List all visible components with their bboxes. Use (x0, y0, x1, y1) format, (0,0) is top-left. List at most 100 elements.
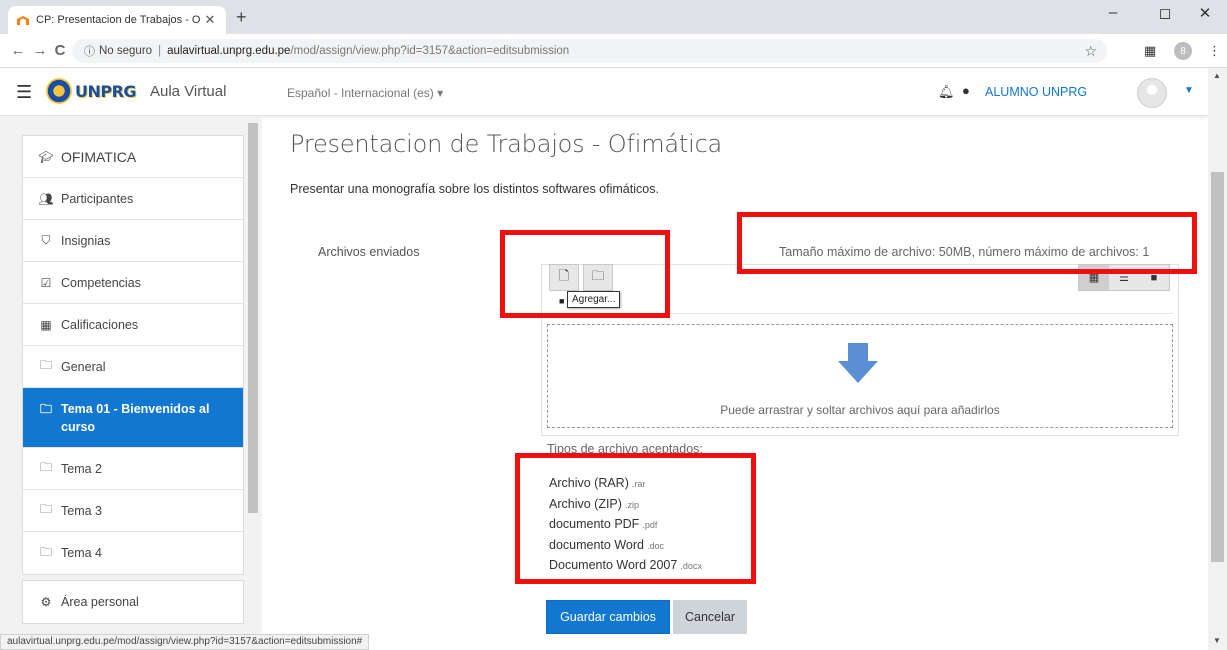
file-type-ext: .zip (624, 499, 639, 510)
view-details-button[interactable]: ☰ (1109, 265, 1139, 290)
file-type-name: documento PDF (549, 517, 640, 531)
course-nav-list: 🎓︎ OFIMATICA 👥︎ Participantes ⛉ Insignia… (22, 135, 244, 575)
view-tree-button[interactable]: ■ (1139, 265, 1169, 290)
dropzone-text: Puede arrastrar y soltar archivos aquí p… (720, 403, 1000, 417)
messages-chat-icon[interactable]: ● (962, 83, 970, 98)
maximize-button[interactable]: ◻ (1150, 4, 1180, 22)
sidebar-item-label: Tema 01 - Bienvenidos al curso (61, 402, 210, 434)
view-mode-switcher: ▦ ☰ ■ (1078, 264, 1170, 291)
root-folder-icon[interactable]: ■ (559, 296, 564, 306)
add-file-button[interactable]: 🗋 (549, 264, 579, 291)
site-navbar: ☰ UNPRG Aula Virtual Español - Internaci… (0, 68, 1208, 116)
download-arrow-icon (838, 343, 878, 383)
sidebar-item-insignias[interactable]: ⛉ Insignias (23, 220, 243, 262)
language-menu[interactable]: Español - Internacional (es) ▾ (287, 86, 443, 100)
cancel-button[interactable]: Cancelar (673, 600, 747, 634)
file-type-name: Archivo (ZIP) (549, 496, 622, 511)
list-item: Archivo (RAR) .rar (549, 474, 702, 495)
unprg-logo[interactable]: UNPRG (46, 78, 137, 104)
page-scrollbar-thumb[interactable] (1211, 172, 1224, 562)
sidebar-item-tema-3[interactable]: 🗀 Tema 3 (23, 490, 243, 532)
graduation-cap-icon: 🎓︎ (38, 149, 54, 164)
back-button[interactable]: ← (8, 42, 28, 59)
file-type-ext: .rar (631, 479, 646, 489)
browser-menu-icon[interactable]: ⋮ (1208, 43, 1221, 59)
drawer-scrollbar-thumb[interactable] (248, 123, 258, 513)
drawer-scrollbar[interactable] (246, 117, 260, 650)
filemanager-divider (547, 313, 1173, 314)
forward-button[interactable]: → (30, 42, 50, 59)
bookmark-star-icon[interactable]: ☆ (1084, 43, 1097, 60)
file-type-name: Documento Word 2007 (549, 558, 678, 572)
close-window-button[interactable]: ✕ (1190, 4, 1220, 22)
course-title-link[interactable]: 🎓︎ OFIMATICA (23, 136, 243, 178)
sidebar-item-tema-2[interactable]: 🗀 Tema 2 (23, 448, 243, 490)
sidebar-item-label: Competencias (61, 275, 141, 290)
add-file-tooltip: Agregar... (567, 291, 621, 308)
users-icon: 👥︎ (38, 191, 54, 206)
url-input[interactable]: ⓘ No seguro | aulavirtual.unprg.edu.pe /… (72, 39, 1107, 63)
shield-icon: ⛉ (41, 233, 51, 247)
view-icons-button[interactable]: ▦ (1079, 265, 1109, 290)
notification-bell-icon[interactable]: 🔔︎ (938, 84, 955, 100)
sidebar-item-general[interactable]: 🗀 General (23, 346, 243, 388)
sidebar-item-label: Área personal (61, 595, 139, 609)
sidebar-item-competencias[interactable]: ☑ Competencias (23, 262, 243, 304)
security-label: No seguro (99, 45, 153, 57)
page-scrollbar[interactable]: ▲ ▼ (1208, 68, 1227, 650)
nav-drawer: 🎓︎ OFIMATICA 👥︎ Participantes ⛉ Insignia… (0, 117, 262, 650)
browser-tab[interactable]: CP: Presentacion de Trabajos - O ✕ (8, 6, 226, 34)
tree-icon: ■ (1150, 271, 1158, 284)
university-seal-icon (46, 78, 72, 104)
user-name[interactable]: ALUMNO UNPRG (985, 85, 1087, 99)
sidebar-item-area-personal[interactable]: ⚙ Área personal (23, 581, 243, 623)
personal-nav-list: ⚙ Área personal (22, 580, 244, 624)
moodle-favicon-icon (16, 13, 30, 27)
folder-icon: 🗀 (39, 502, 52, 516)
save-changes-button[interactable]: Guardar cambios (546, 600, 670, 634)
file-dropzone[interactable]: Puede arrastrar y soltar archivos aquí p… (547, 324, 1173, 428)
checkbox-icon: ☑ (40, 275, 52, 290)
list-item: documento Word .doc (549, 536, 702, 557)
reload-button[interactable]: C (50, 42, 70, 59)
user-avatar[interactable] (1137, 78, 1167, 108)
list-icon: ☰ (1119, 272, 1129, 284)
file-type-ext: .docx (680, 561, 702, 571)
table-icon: ▦ (40, 317, 52, 332)
accepted-types-list: Archivo (RAR) .rar Archivo (ZIP) .zip docu… (549, 474, 702, 577)
list-item: Documento Word 2007 .docx (549, 556, 702, 577)
create-folder-button[interactable]: 🗀 (583, 264, 613, 291)
filemanager-toolbar: 🗋 🗀 ▦ ☰ ■ (549, 264, 1170, 292)
info-icon[interactable]: ⓘ (84, 43, 95, 59)
folder-icon: 🗀 (39, 544, 52, 559)
tab-close-icon[interactable]: ✕ (202, 12, 218, 28)
status-bar-url: aulavirtual.unprg.edu.pe/mod/assign/view… (0, 634, 370, 650)
user-menu-caret-icon[interactable]: ▼ (1184, 85, 1194, 96)
menu-toggle-icon[interactable]: ☰ (16, 82, 32, 103)
sidebar-item-label: Insignias (61, 233, 111, 248)
new-tab-button[interactable]: + (236, 7, 247, 28)
sidebar-item-label: Tema 3 (61, 503, 102, 518)
folder-icon: 🗀 (591, 267, 605, 283)
file-type-name: documento Word (549, 537, 644, 552)
sidebar-item-calificaciones[interactable]: ▦ Calificaciones (23, 304, 243, 346)
folder-icon: 🗀 (39, 358, 52, 372)
files-field-label: Archivos enviados (318, 245, 420, 259)
profile-avatar[interactable]: 8 (1174, 42, 1192, 60)
extension-grid-icon[interactable]: ▦ (1144, 43, 1156, 59)
sidebar-item-participantes[interactable]: 👥︎ Participantes (23, 178, 243, 220)
browser-title-bar: CP: Presentacion de Trabajos - O ✕ + – ◻… (0, 0, 1227, 34)
sidebar-item-label: Tema 2 (61, 461, 102, 476)
accepted-types-heading: Tipos de archivo aceptados: (547, 442, 703, 456)
url-separator: | (158, 45, 162, 57)
url-path: /mod/assign/view.php?id=3157&action=edit… (290, 45, 570, 57)
sidebar-item-label: Tema 4 (61, 546, 102, 560)
sidebar-item-tema-01[interactable]: 🗀 Tema 01 - Bienvenidos al curso (23, 388, 243, 448)
sidebar-item-tema-4[interactable]: 🗀 Tema 4 (23, 532, 243, 574)
minimize-button[interactable]: – (1098, 4, 1128, 21)
address-bar: ← → C ⓘ No seguro | aulavirtual.unprg.ed… (0, 34, 1227, 68)
file-type-name: Archivo (RAR) (549, 476, 629, 490)
scroll-down-icon[interactable]: ▼ (1213, 636, 1221, 645)
site-name[interactable]: Aula Virtual (150, 83, 226, 100)
scroll-up-icon[interactable]: ▲ (1213, 71, 1221, 80)
